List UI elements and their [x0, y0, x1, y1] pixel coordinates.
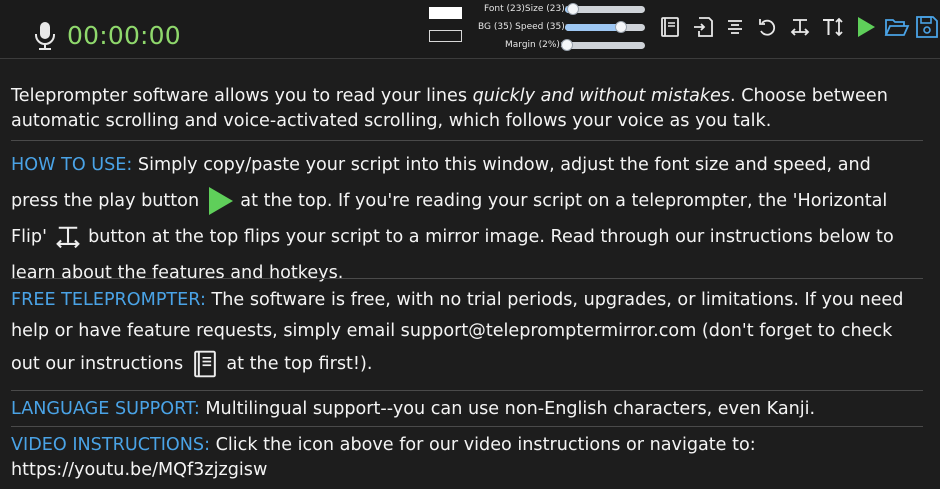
- free-teleprompter-heading: FREE TELEPROMPTER:: [11, 290, 206, 310]
- font-size-slider[interactable]: [565, 3, 645, 15]
- margin-slider[interactable]: [561, 39, 645, 51]
- text-size-button[interactable]: [820, 14, 846, 40]
- language-support-text: Multilingual support--you can use non-En…: [199, 399, 816, 419]
- language-support-heading: LANGUAGE SUPPORT:: [11, 399, 200, 419]
- script-editor[interactable]: Teleprompter software allows you to read…: [0, 59, 940, 489]
- horizontal-flip-icon: [790, 19, 810, 36]
- intro-text-a: Teleprompter software allows you to read…: [11, 86, 473, 106]
- video-instructions-paragraph: VIDEO INSTRUCTIONS: Click the icon above…: [11, 426, 923, 483]
- horizontal-flip-icon: [55, 226, 80, 249]
- video-instructions-heading: VIDEO INSTRUCTIONS:: [11, 435, 211, 455]
- intro-paragraph: Teleprompter software allows you to read…: [11, 84, 923, 134]
- reset-button[interactable]: [754, 14, 780, 40]
- how-to-use-heading: HOW TO USE:: [11, 155, 133, 175]
- how-to-use-paragraph: HOW TO USE: Simply copy/paste your scrip…: [11, 140, 923, 291]
- free-teleprompter-paragraph: FREE TELEPROMPTER: The software is free,…: [11, 278, 923, 381]
- enter-fullscreen-icon: [694, 17, 713, 37]
- save-icon: [916, 16, 938, 38]
- foreground-color-swatch[interactable]: [429, 7, 462, 19]
- toolbar: 00:00:00 Font (23)Size (23): BG (35) Spe…: [0, 0, 940, 59]
- play-icon: [858, 17, 875, 37]
- timer-display: 00:00:00: [67, 21, 181, 50]
- open-file-button[interactable]: [884, 14, 910, 40]
- background-color-swatch[interactable]: [429, 30, 462, 42]
- free-teleprompter-text-b: at the top first!).: [220, 354, 373, 374]
- save-button[interactable]: [914, 14, 940, 40]
- language-support-paragraph: LANGUAGE SUPPORT: Multilingual support--…: [11, 390, 923, 422]
- how-to-use-text-c: button at the top flips your script to a…: [11, 227, 894, 283]
- speed-label: BG (35) Speed (35):: [478, 22, 568, 32]
- align-button[interactable]: [722, 14, 748, 40]
- play-button[interactable]: [853, 14, 879, 40]
- book-icon: [661, 17, 679, 37]
- undo-icon: [759, 19, 776, 36]
- text-align-center-icon: [728, 20, 742, 34]
- folder-open-icon: [884, 19, 910, 36]
- text-height-icon: [823, 17, 843, 37]
- fullscreen-button[interactable]: [690, 14, 716, 40]
- margin-label: Margin (2%):: [505, 40, 563, 50]
- font-size-label: Font (23)Size (23):: [484, 4, 568, 14]
- book-icon: [193, 350, 216, 378]
- microphone-icon[interactable]: [34, 22, 56, 50]
- instructions-button[interactable]: [657, 14, 683, 40]
- speed-slider[interactable]: [565, 21, 645, 33]
- play-icon: [208, 187, 233, 215]
- horizontal-flip-button[interactable]: [787, 14, 813, 40]
- intro-emphasis: quickly and without mistakes: [472, 86, 731, 106]
